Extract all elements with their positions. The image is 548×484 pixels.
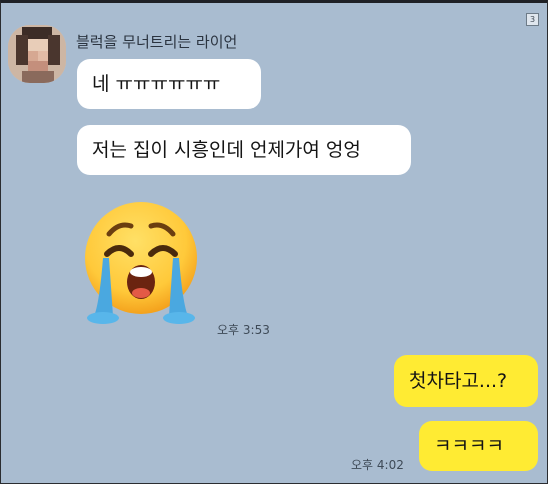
loudly-crying-face-icon xyxy=(85,202,197,324)
message-bubble-outgoing[interactable]: ㅋㅋㅋㅋ xyxy=(419,421,538,471)
message-timestamp: 오후 4:02 xyxy=(351,458,404,472)
sender-avatar[interactable] xyxy=(8,25,66,83)
message-text: 첫차타고...? xyxy=(409,370,508,392)
message-bubble-incoming[interactable]: 네 ㅠㅠㅠㅠㅠㅠ xyxy=(77,59,261,109)
message-timestamp: 오후 3:53 xyxy=(217,323,270,337)
chat-window: 3 블럭을 무너트리는 라이언 네 ㅠㅠㅠㅠㅠㅠ 저는 집이 시흥인데 언제가여… xyxy=(0,0,548,484)
message-text: 네 ㅠㅠㅠㅠㅠㅠ xyxy=(92,73,221,95)
unread-count-badge: 3 xyxy=(526,13,539,26)
message-bubble-incoming[interactable]: 저는 집이 시흥인데 언제가여 엉엉 xyxy=(77,125,411,175)
sender-name: 블럭을 무너트리는 라이언 xyxy=(76,33,238,51)
sticker-message[interactable] xyxy=(79,198,203,328)
message-text: ㅋㅋㅋㅋ xyxy=(434,435,504,457)
message-text: 저는 집이 시흥인데 언제가여 엉엉 xyxy=(92,139,361,161)
message-bubble-outgoing[interactable]: 첫차타고...? xyxy=(394,355,538,407)
